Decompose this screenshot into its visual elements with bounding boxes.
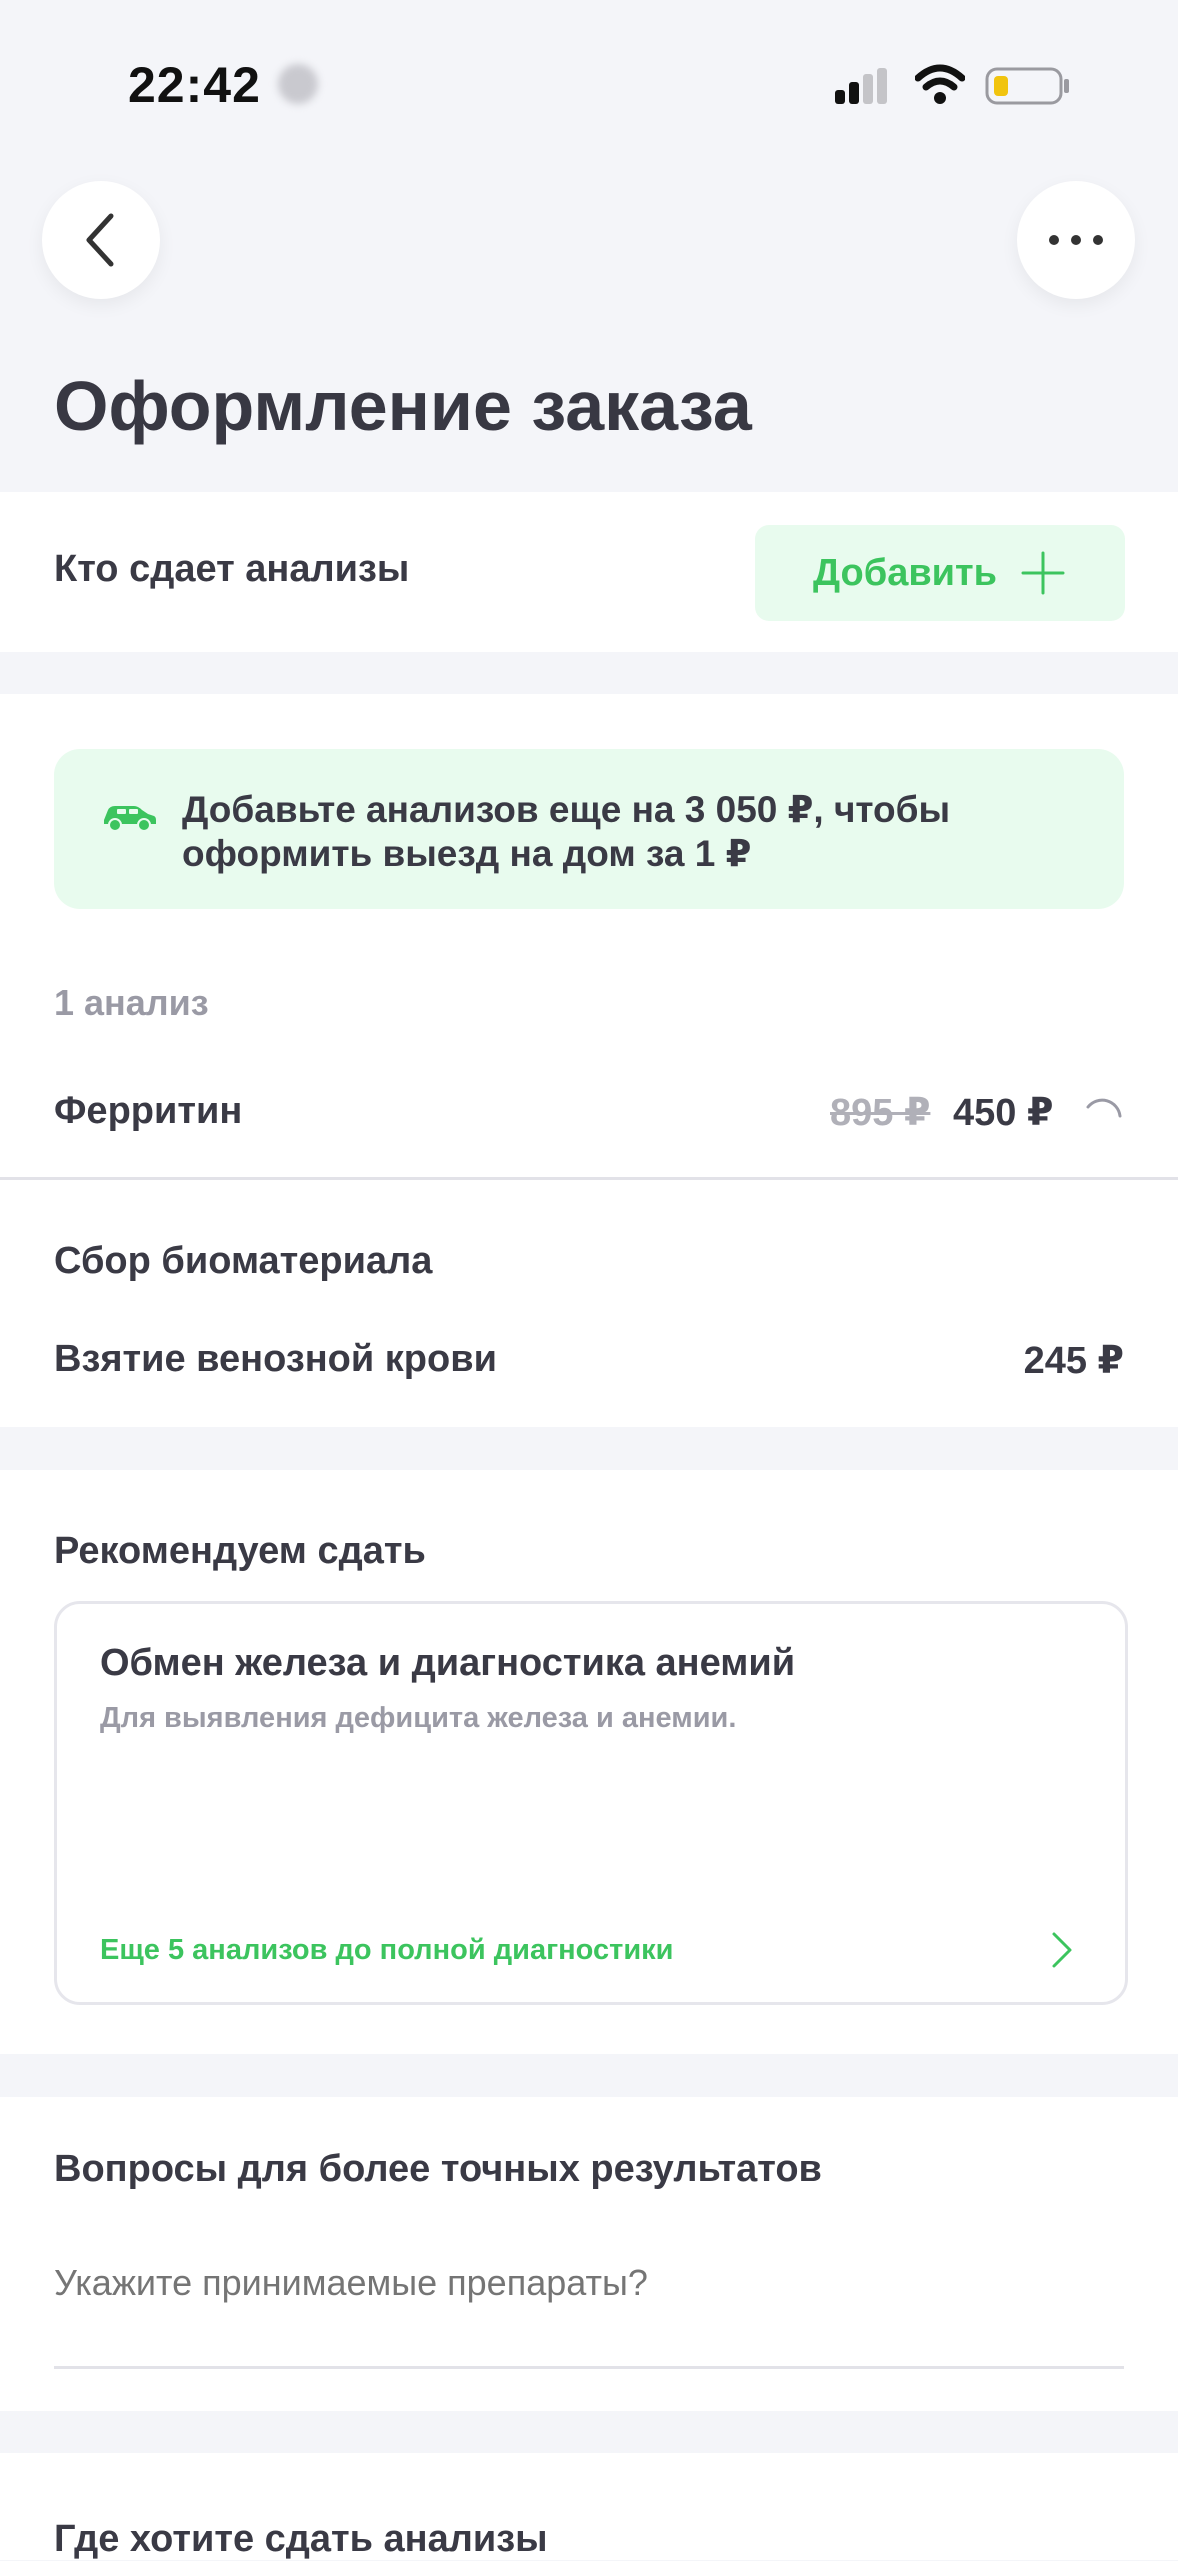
who-label: Кто сдает анализы	[54, 548, 410, 590]
ellipsis-icon	[1049, 235, 1103, 245]
analysis-price: 450 ₽	[953, 1092, 1054, 1134]
recommend-title: Рекомендуем сдать	[54, 1530, 426, 1572]
medications-input[interactable]	[54, 2262, 1124, 2304]
recommend-card-title: Обмен железа и диагностика анемий	[100, 1642, 796, 1684]
loading-spinner-icon	[1086, 1098, 1122, 1118]
notification-icon	[278, 64, 318, 104]
back-button[interactable]	[42, 181, 160, 299]
questions-title: Вопросы для более точных результатов	[54, 2148, 822, 2190]
analysis-name: Ферритин	[54, 1090, 243, 1132]
add-person-button[interactable]: Добавить	[755, 525, 1125, 621]
cellular-signal-icon	[835, 68, 887, 104]
location-title: Где хотите сдать анализы	[54, 2518, 548, 2560]
add-button-label: Добавить	[812, 551, 998, 594]
recommend-card-link[interactable]: Еще 5 анализов до полной диагностики	[100, 1934, 674, 1967]
divider	[0, 1177, 1178, 1180]
chevron-right-icon	[1052, 1932, 1072, 1968]
car-icon	[104, 806, 156, 832]
biomaterial-item: Взятие венозной крови	[54, 1338, 497, 1380]
questions-section	[0, 2097, 1178, 2411]
status-time: 22:42	[128, 57, 261, 113]
plus-icon	[1021, 551, 1065, 595]
analyses-count: 1 анализ	[54, 982, 209, 1023]
wifi-icon	[915, 64, 965, 104]
page-title: Оформление заказа	[54, 367, 752, 445]
recommend-card-subtitle: Для выявления дефицита железа и анемии.	[100, 1702, 737, 1734]
chevron-left-icon	[86, 213, 114, 267]
biomaterial-title: Сбор биоматериала	[54, 1240, 433, 1282]
more-options-button[interactable]	[1017, 181, 1135, 299]
battery-icon	[985, 67, 1069, 105]
promo-text: Добавьте анализов еще на 3 050 ₽, чтобы …	[182, 789, 951, 874]
input-underline	[54, 2366, 1124, 2369]
analysis-old-price: 895 ₽	[830, 1092, 931, 1134]
biomaterial-price: 245 ₽	[1023, 1340, 1124, 1382]
